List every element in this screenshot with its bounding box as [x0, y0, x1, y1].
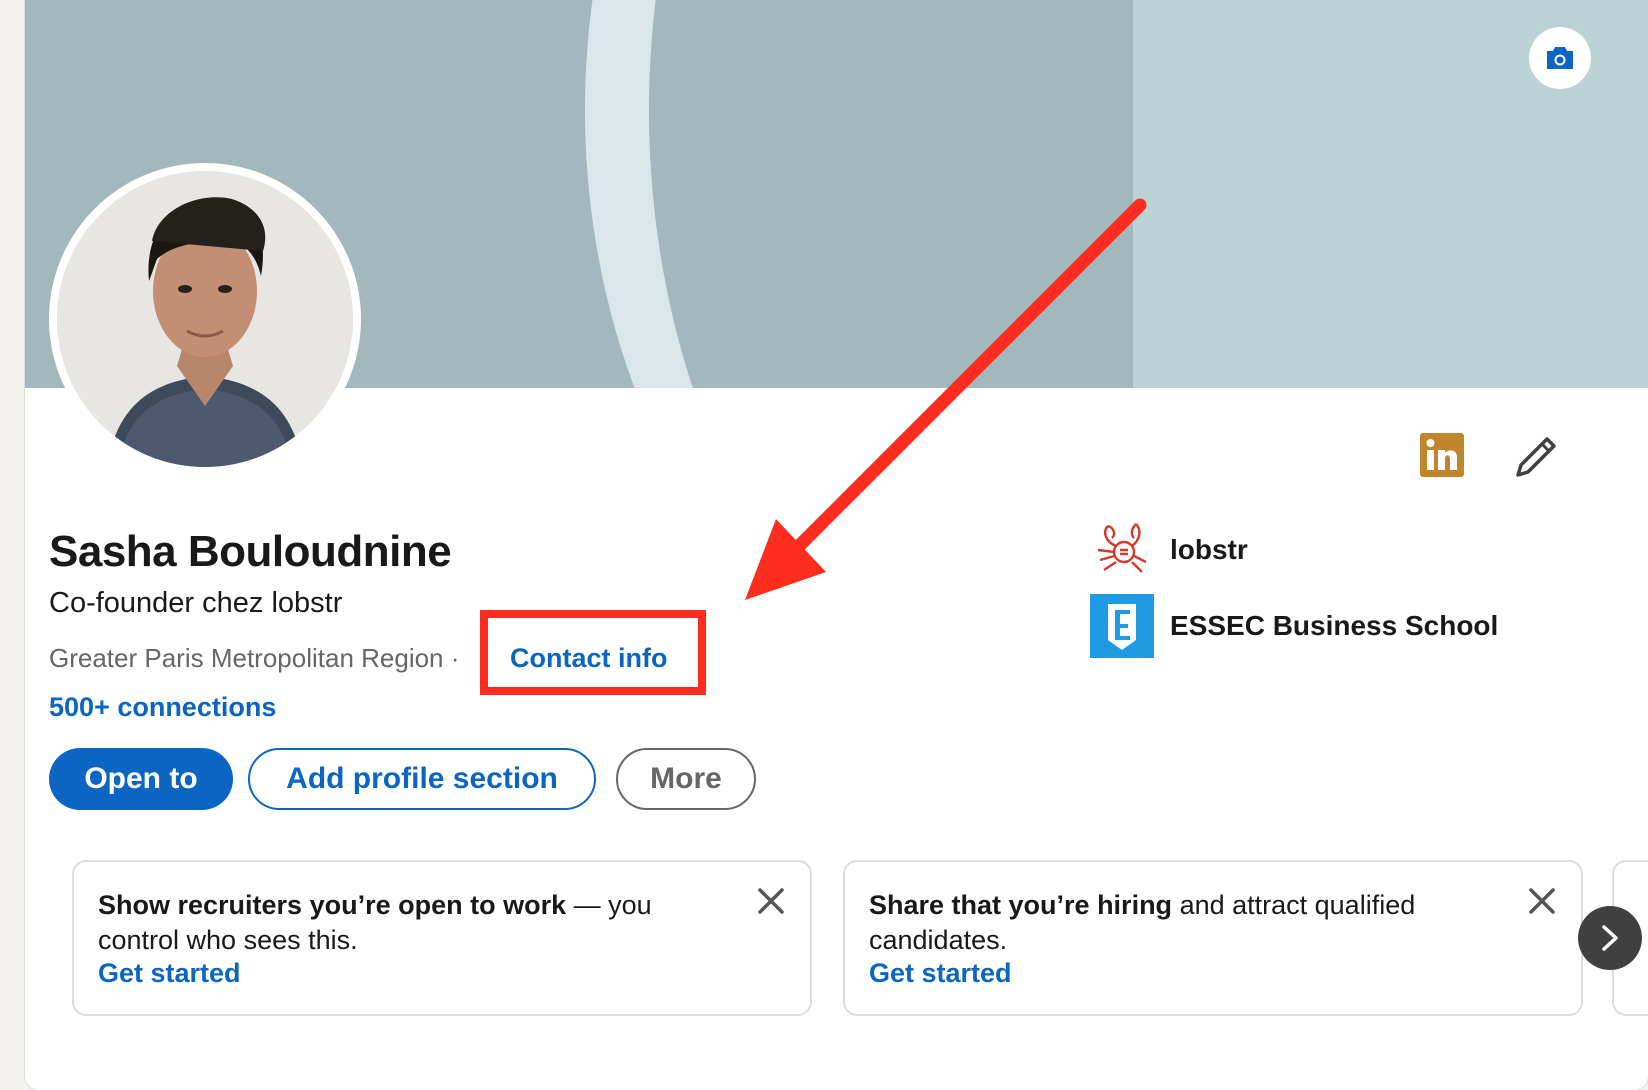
profile-headline: Co-founder chez lobstr [49, 587, 343, 619]
edit-profile-button[interactable] [1513, 434, 1559, 480]
linkedin-icon [1420, 433, 1464, 477]
tip-text: Show recruiters you’re open to work — yo… [98, 890, 652, 955]
location-text: Greater Paris Metropolitan Region [49, 643, 444, 673]
org-logo [1090, 594, 1154, 658]
carousel-next-button[interactable] [1578, 906, 1642, 970]
org-item-lobstr[interactable]: lobstr [1090, 518, 1248, 582]
close-icon[interactable] [1525, 884, 1559, 918]
profile-photo[interactable] [49, 163, 361, 475]
add-profile-section-button[interactable]: Add profile section [248, 748, 596, 810]
org-item-essec[interactable]: ESSEC Business School [1090, 594, 1498, 658]
hiring-card: Share that you’re hiring and attract qua… [843, 860, 1583, 1016]
open-to-work-card: Show recruiters you’re open to work — yo… [72, 860, 812, 1016]
org-name: lobstr [1170, 534, 1248, 565]
get-started-link[interactable]: Get started [98, 958, 786, 989]
org-name: ESSEC Business School [1170, 610, 1499, 641]
edit-banner-button[interactable] [1529, 27, 1591, 89]
avatar [57, 171, 353, 467]
camera-icon [1547, 47, 1573, 69]
get-started-link[interactable]: Get started [869, 958, 1557, 989]
profile-location: Greater Paris Metropolitan Region · [49, 643, 459, 674]
banner-curve [585, 0, 1648, 388]
tip-text: Share that you’re hiring and attract qua… [869, 890, 1416, 955]
more-button[interactable]: More [616, 748, 756, 810]
essec-logo-icon [1090, 594, 1154, 658]
lobster-icon [1097, 523, 1147, 573]
connections-link[interactable]: 500+ connections [49, 692, 276, 723]
org-logo [1090, 518, 1154, 582]
separator: · [450, 643, 460, 673]
pencil-icon [1516, 437, 1556, 477]
chevron-right-icon [1602, 925, 1618, 951]
annotation-highlight-box [480, 610, 706, 695]
open-to-button[interactable]: Open to [49, 748, 233, 810]
close-icon[interactable] [754, 884, 788, 918]
linkedin-badge[interactable] [1420, 433, 1464, 477]
profile-name: Sasha Bouloudnine [49, 527, 452, 576]
